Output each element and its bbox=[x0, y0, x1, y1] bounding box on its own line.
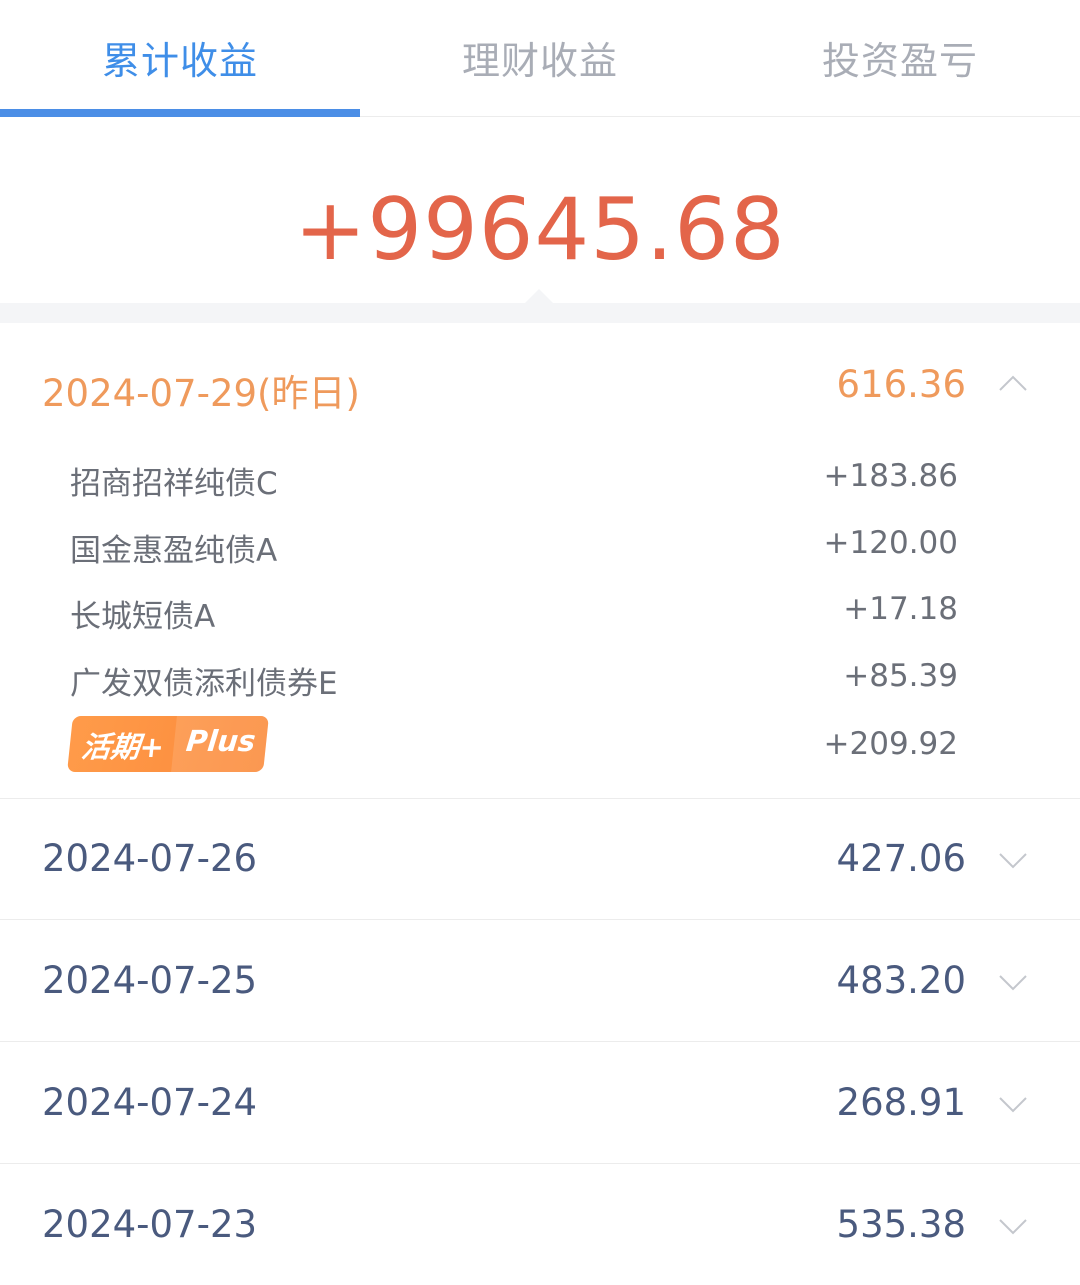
badge-text-plus: Plus bbox=[184, 724, 258, 758]
tab-bar: 累计收益 理财收益 投资盈亏 bbox=[0, 0, 1080, 117]
day-date: 2024-07-26 bbox=[42, 837, 258, 880]
chevron-down-icon[interactable] bbox=[998, 845, 1028, 875]
fund-name: 长城短债A bbox=[70, 599, 216, 635]
day-row-header[interactable]: 2024-07-24 268.91 bbox=[0, 1042, 1080, 1162]
fund-row[interactable]: 招商招祥纯债C +183.86 bbox=[70, 452, 958, 502]
day-amount: 268.91 bbox=[836, 1081, 966, 1124]
fund-row[interactable]: 国金惠盈纯债A +120.00 bbox=[70, 519, 958, 569]
fund-earning: +120.00 bbox=[823, 525, 958, 561]
day-date: 2024-07-24 bbox=[42, 1081, 258, 1124]
chevron-down-icon[interactable] bbox=[998, 1089, 1028, 1119]
huoqi-plus-badge: 活期+ Plus bbox=[67, 716, 269, 772]
summary-pointer-notch bbox=[524, 289, 554, 304]
section-divider-band bbox=[0, 303, 1080, 323]
tab-cumulative-earnings[interactable]: 累计收益 bbox=[0, 0, 360, 117]
day-amount: 616.36 bbox=[836, 363, 966, 406]
day-date: 2024-07-25 bbox=[42, 959, 258, 1002]
fund-earning: +85.39 bbox=[843, 658, 958, 694]
fund-earning: +183.86 bbox=[823, 458, 958, 494]
tab-wealth-earnings[interactable]: 理财收益 bbox=[360, 0, 720, 117]
fund-earning: +209.92 bbox=[823, 726, 958, 762]
day-date: 2024-07-23 bbox=[42, 1203, 258, 1246]
fund-name: 国金惠盈纯债A bbox=[70, 533, 278, 569]
chevron-down-icon[interactable] bbox=[998, 967, 1028, 997]
chevron-up-icon[interactable] bbox=[998, 368, 1028, 398]
fund-name: 招商招祥纯债C bbox=[70, 466, 278, 502]
day-amount: 483.20 bbox=[836, 959, 966, 1002]
earnings-summary: +99645.68 bbox=[0, 118, 1080, 303]
fund-row[interactable]: 长城短债A +17.18 bbox=[70, 585, 958, 635]
day-row-header[interactable]: 2024-07-26 427.06 bbox=[0, 799, 1080, 919]
fund-row-plus[interactable]: 活期+ Plus +209.92 bbox=[67, 716, 958, 772]
fund-row[interactable]: 广发双债添利债券E +85.39 bbox=[70, 652, 958, 702]
day-date: 2024-07-29(昨日) bbox=[42, 372, 360, 415]
chevron-down-icon[interactable] bbox=[998, 1211, 1028, 1241]
day-amount: 535.38 bbox=[836, 1203, 966, 1246]
fund-name: 广发双债添利债券E bbox=[70, 666, 338, 702]
tab-investment-pnl[interactable]: 投资盈亏 bbox=[720, 0, 1080, 117]
day-row-header[interactable]: 2024-07-29(昨日) 616.36 bbox=[0, 323, 1080, 443]
tab-label: 投资盈亏 bbox=[821, 39, 978, 83]
day-amount: 427.06 bbox=[836, 837, 966, 880]
day-row-header[interactable]: 2024-07-23 535.38 bbox=[0, 1164, 1080, 1284]
fund-earning: +17.18 bbox=[843, 591, 958, 627]
tab-label: 累计收益 bbox=[101, 39, 258, 83]
tab-label: 理财收益 bbox=[461, 39, 618, 83]
day-row-header[interactable]: 2024-07-25 483.20 bbox=[0, 920, 1080, 1040]
active-tab-indicator bbox=[0, 109, 360, 117]
total-earnings-value: +99645.68 bbox=[294, 180, 786, 280]
badge-text-huoqi: 活期+ bbox=[79, 730, 166, 764]
